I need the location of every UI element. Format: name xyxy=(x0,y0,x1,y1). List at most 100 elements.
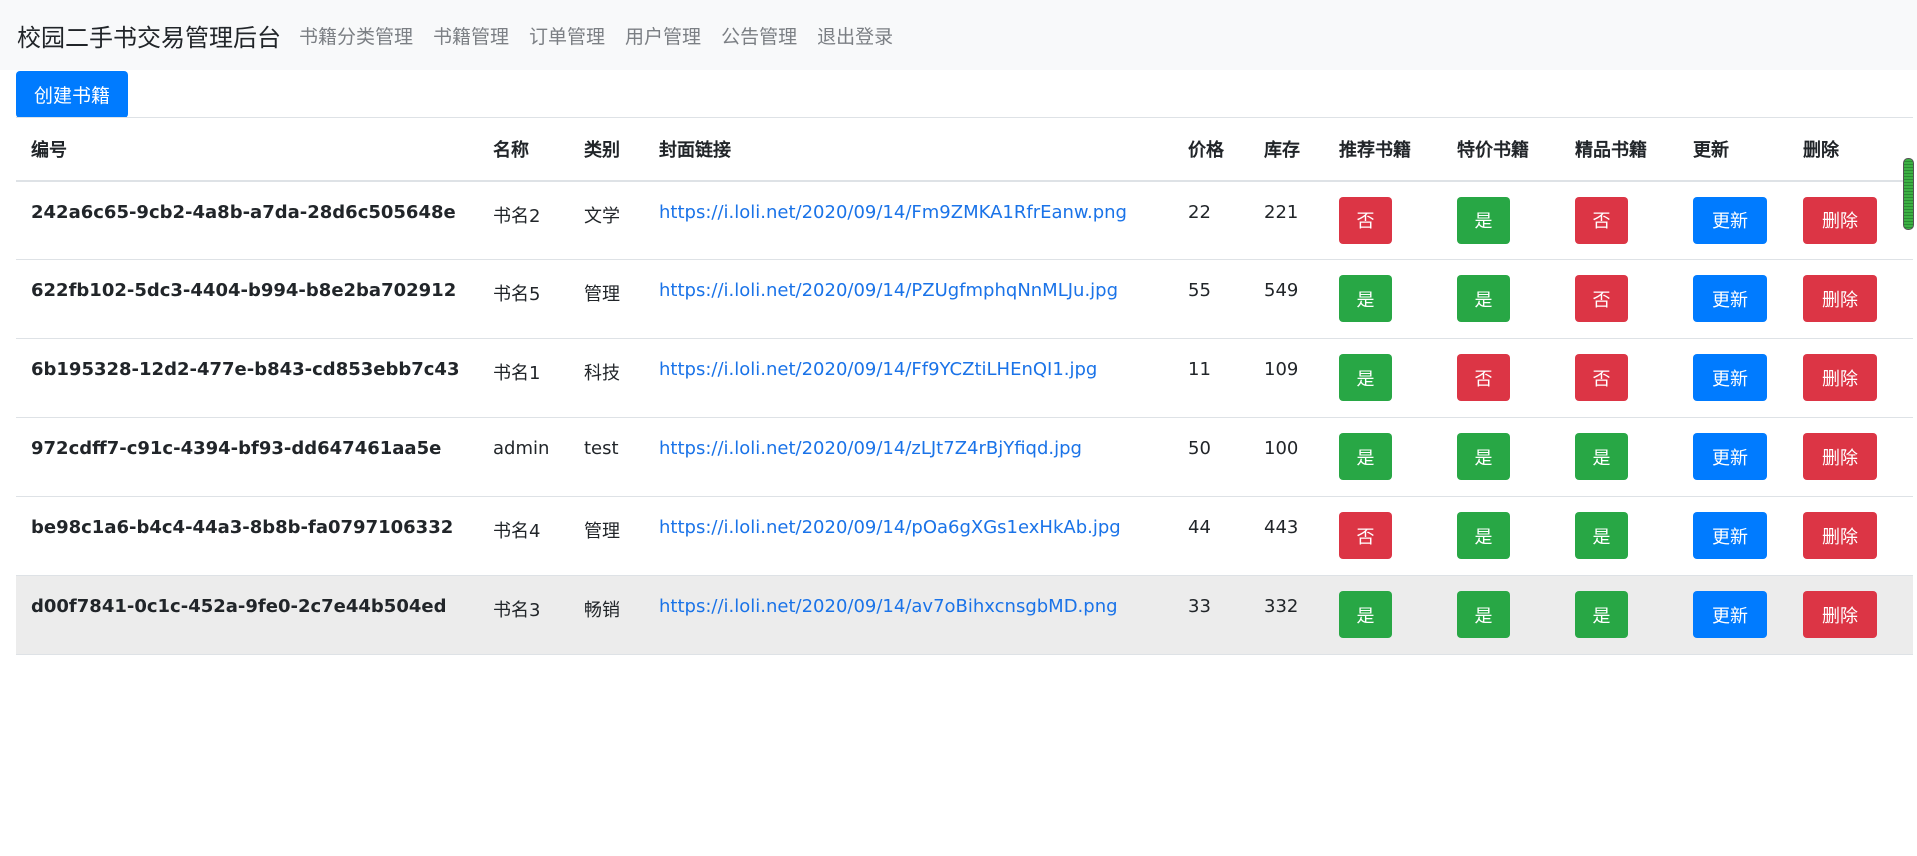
brand-title[interactable]: 校园二手书交易管理后台 xyxy=(17,18,281,53)
delete-button[interactable]: 删除 xyxy=(1803,354,1877,401)
book-name: 书名5 xyxy=(493,284,541,305)
cover-link[interactable]: https://i.loli.net/2020/09/14/pOa6gXGs1e… xyxy=(659,517,1121,538)
cover-link[interactable]: https://i.loli.net/2020/09/14/Ff9YCZtiLH… xyxy=(659,359,1097,380)
cover-link[interactable]: https://i.loli.net/2020/09/14/PZUgfmphqN… xyxy=(659,280,1118,301)
book-name: 书名1 xyxy=(493,363,541,384)
header-stock: 库存 xyxy=(1264,139,1300,161)
cover-link-cell: https://i.loli.net/2020/09/14/PZUgfmphqN… xyxy=(659,260,1188,339)
cover-link[interactable]: https://i.loli.net/2020/09/14/zLJt7Z4rBj… xyxy=(659,438,1082,459)
recommended-toggle-button[interactable]: 否 xyxy=(1339,512,1392,559)
book-category: 科技 xyxy=(584,363,620,384)
book-price: 33 xyxy=(1188,596,1211,617)
cover-link-cell: https://i.loli.net/2020/09/14/zLJt7Z4rBj… xyxy=(659,418,1188,497)
book-stock: 332 xyxy=(1264,596,1299,617)
recommended-toggle-button[interactable]: 否 xyxy=(1339,196,1392,244)
cover-link[interactable]: https://i.loli.net/2020/09/14/Fm9ZMKA1Rf… xyxy=(659,202,1127,223)
update-button[interactable]: 更新 xyxy=(1693,433,1767,480)
book-category: 管理 xyxy=(584,521,620,542)
special-toggle-button-cell: 是 xyxy=(1457,418,1575,497)
cover-link-cell: https://i.loli.net/2020/09/14/Fm9ZMKA1Rf… xyxy=(659,181,1188,260)
delete-button[interactable]: 删除 xyxy=(1803,591,1877,638)
special-toggle-button[interactable]: 否 xyxy=(1457,354,1510,401)
special-toggle-button-cell: 否 xyxy=(1457,339,1575,418)
table-row: be98c1a6-b4c4-44a3-8b8b-fa0797106332 书名4 管… xyxy=(16,497,1913,576)
book-name: 书名4 xyxy=(493,521,541,542)
book-price: 55 xyxy=(1188,280,1211,301)
premium-toggle-button[interactable]: 是 xyxy=(1575,591,1628,638)
book-id: be98c1a6-b4c4-44a3-8b8b-fa0797106332 xyxy=(31,517,454,538)
table-header-row: 编号 名称 类别 封面链接 价格 库存 推荐书籍 特价书籍 精品书籍 更新 删除 xyxy=(16,117,1913,181)
premium-toggle-button[interactable]: 否 xyxy=(1575,354,1628,401)
header-name: 名称 xyxy=(493,139,529,161)
delete-cell: 删除 xyxy=(1803,418,1913,497)
nav-link-books[interactable]: 书籍管理 xyxy=(433,22,509,49)
header-price: 价格 xyxy=(1188,139,1224,161)
books-table: 编号 名称 类别 封面链接 价格 库存 推荐书籍 特价书籍 精品书籍 更新 删除… xyxy=(16,117,1913,655)
table-row: 622fb102-5dc3-4404-b994-b8e2ba702912 书名5 管… xyxy=(16,260,1913,339)
scrollbar-thumb[interactable] xyxy=(1903,158,1914,230)
delete-button[interactable]: 删除 xyxy=(1803,275,1877,322)
update-cell: 更新 xyxy=(1693,576,1803,655)
special-toggle-button[interactable]: 是 xyxy=(1457,591,1510,638)
delete-cell: 删除 xyxy=(1803,339,1913,418)
update-button[interactable]: 更新 xyxy=(1693,354,1767,401)
book-name: 书名2 xyxy=(493,205,541,227)
cover-link[interactable]: https://i.loli.net/2020/09/14/av7oBihxcn… xyxy=(659,596,1118,617)
cover-link-cell: https://i.loli.net/2020/09/14/pOa6gXGs1e… xyxy=(659,497,1188,576)
nav-link-orders[interactable]: 订单管理 xyxy=(529,22,605,49)
table-row: 972cdff7-c91c-4394-bf93-dd647461aa5e admi… xyxy=(16,418,1913,497)
book-name: admin xyxy=(493,438,550,459)
header-premium: 精品书籍 xyxy=(1575,139,1647,161)
nav-link-category[interactable]: 书籍分类管理 xyxy=(299,22,413,49)
premium-toggle-button-cell: 是 xyxy=(1575,576,1693,655)
delete-button[interactable]: 删除 xyxy=(1803,433,1877,480)
cover-link-cell: https://i.loli.net/2020/09/14/Ff9YCZtiLH… xyxy=(659,339,1188,418)
header-cover-link: 封面链接 xyxy=(659,139,731,161)
header-special: 特价书籍 xyxy=(1457,139,1529,161)
update-cell: 更新 xyxy=(1693,181,1803,260)
books-table-container: 编号 名称 类别 封面链接 价格 库存 推荐书籍 特价书籍 精品书籍 更新 删除… xyxy=(16,117,1913,655)
special-toggle-button[interactable]: 是 xyxy=(1457,433,1510,480)
update-button[interactable]: 更新 xyxy=(1693,512,1767,559)
delete-cell: 删除 xyxy=(1803,181,1913,260)
nav-link-logout[interactable]: 退出登录 xyxy=(817,22,893,49)
premium-toggle-button-cell: 是 xyxy=(1575,418,1693,497)
premium-toggle-button-cell: 否 xyxy=(1575,181,1693,260)
delete-cell: 删除 xyxy=(1803,576,1913,655)
book-id: 622fb102-5dc3-4404-b994-b8e2ba702912 xyxy=(31,280,457,301)
recommended-toggle-button[interactable]: 是 xyxy=(1339,354,1392,401)
recommended-toggle-button[interactable]: 是 xyxy=(1339,591,1392,638)
premium-toggle-button[interactable]: 否 xyxy=(1575,196,1628,244)
special-toggle-button[interactable]: 是 xyxy=(1457,196,1510,244)
book-price: 44 xyxy=(1188,517,1211,538)
recommended-toggle-button-cell: 否 xyxy=(1339,497,1457,576)
nav-link-notices[interactable]: 公告管理 xyxy=(721,22,797,49)
book-name: 书名3 xyxy=(493,600,541,621)
book-price: 11 xyxy=(1188,359,1211,380)
update-cell: 更新 xyxy=(1693,339,1803,418)
special-toggle-button[interactable]: 是 xyxy=(1457,275,1510,322)
header-id: 编号 xyxy=(31,139,67,161)
nav-link-users[interactable]: 用户管理 xyxy=(625,22,701,49)
cover-link-cell: https://i.loli.net/2020/09/14/av7oBihxcn… xyxy=(659,576,1188,655)
update-button[interactable]: 更新 xyxy=(1693,275,1767,322)
premium-toggle-button[interactable]: 否 xyxy=(1575,275,1628,322)
recommended-toggle-button-cell: 是 xyxy=(1339,260,1457,339)
table-body: 242a6c65-9cb2-4a8b-a7da-28d6c505648e 书名2 文… xyxy=(16,181,1913,655)
special-toggle-button[interactable]: 是 xyxy=(1457,512,1510,559)
recommended-toggle-button[interactable]: 是 xyxy=(1339,275,1392,322)
delete-button[interactable]: 删除 xyxy=(1803,512,1877,559)
premium-toggle-button[interactable]: 是 xyxy=(1575,512,1628,559)
book-price: 50 xyxy=(1188,438,1211,459)
book-category: test xyxy=(584,438,619,459)
book-id: d00f7841-0c1c-452a-9fe0-2c7e44b504ed xyxy=(31,596,447,617)
create-book-button[interactable]: 创建书籍 xyxy=(16,71,128,118)
premium-toggle-button[interactable]: 是 xyxy=(1575,433,1628,480)
recommended-toggle-button[interactable]: 是 xyxy=(1339,433,1392,480)
table-row: d00f7841-0c1c-452a-9fe0-2c7e44b504ed 书名3 畅… xyxy=(16,575,1913,655)
recommended-toggle-button-cell: 是 xyxy=(1339,576,1457,655)
delete-button[interactable]: 删除 xyxy=(1803,196,1877,244)
table-row: 242a6c65-9cb2-4a8b-a7da-28d6c505648e 书名2 文… xyxy=(16,181,1913,260)
update-button[interactable]: 更新 xyxy=(1693,196,1767,244)
update-button[interactable]: 更新 xyxy=(1693,591,1767,638)
